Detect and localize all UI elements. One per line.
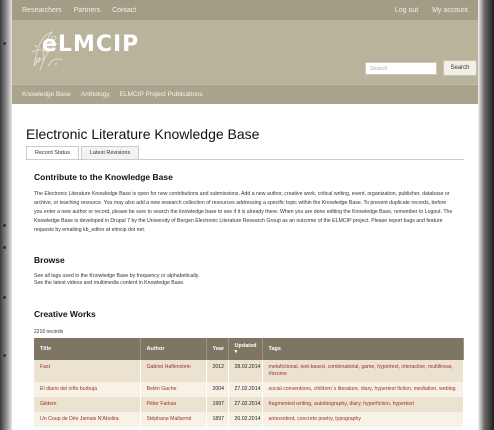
work-author-link[interactable]: Belén Gache [140, 382, 207, 397]
sort-descending-icon: ▾ [234, 349, 238, 355]
utility-bar: Researchers Partners Contact Log out My … [12, 0, 478, 20]
work-tags[interactable]: social conventions, children´s literatur… [262, 382, 464, 397]
contribute-heading: Contribute to the Knowledge Base [34, 172, 173, 182]
main-navigation: Knowledge Base Anthology ELMCIP Project … [12, 84, 478, 104]
table-row: Gildem Péter Farkas 1997 27.02.2014 frag… [34, 397, 464, 412]
utility-links-right: Log out My account [383, 7, 468, 14]
work-title-link[interactable]: El diario del niño burbuja [34, 382, 141, 397]
work-tags[interactable]: metafictional, text-based, combinatorial… [262, 360, 464, 382]
margin-dot [3, 42, 6, 45]
work-author-link[interactable]: Péter Farkas [140, 397, 207, 412]
logout-link[interactable]: Log out [395, 7, 418, 14]
column-header-tags[interactable]: Tags [262, 338, 464, 360]
nav-link-partners[interactable]: Partners [74, 7, 100, 14]
work-author-link[interactable]: Gabriel Haflenstein [140, 360, 207, 382]
my-account-link[interactable]: My account [432, 7, 468, 14]
creative-works-heading: Creative Works [34, 309, 96, 319]
work-updated: 28.02.2014 [228, 360, 263, 382]
table-row: Un Coup de Dés Jamais N'Abolira Stéphane… [34, 412, 464, 427]
work-title-link[interactable]: Un Coup de Dés Jamais N'Abolira [34, 412, 141, 427]
nav-item-anthology[interactable]: Anthology [81, 91, 110, 98]
work-title-link[interactable]: Gildem [34, 397, 141, 412]
browse-media-text: See the latest videos and multimedia con… [34, 280, 185, 286]
column-header-updated-label: Updated [234, 343, 257, 349]
column-header-title[interactable]: Title [34, 338, 141, 360]
tab-record-status[interactable]: Record Status [26, 146, 79, 159]
web-page: Researchers Partners Contact Log out My … [12, 0, 478, 430]
creative-works-table: Title Author Year Updated ▾ Tags Fast Gab… [34, 338, 464, 427]
work-year: 1997 [206, 397, 229, 412]
search-button[interactable]: Search [443, 60, 477, 76]
table-header-row: Title Author Year Updated ▾ Tags [34, 338, 464, 360]
search-input[interactable]: Search [365, 62, 437, 75]
work-updated: 20.02.2014 [228, 412, 263, 427]
page-tabs: Record Status Latest Revisions [26, 146, 464, 160]
margin-dot [3, 246, 6, 249]
nav-link-researchers[interactable]: Researchers [22, 7, 62, 14]
work-tags[interactable]: antecedent, concrete poetry, typography [262, 412, 464, 427]
tab-latest-revisions[interactable]: Latest Revisions [80, 146, 140, 159]
work-tags[interactable]: fragmented writing, autobiography, diary… [262, 397, 464, 412]
nav-item-knowledge-base[interactable]: Knowledge Base [22, 91, 71, 98]
nav-item-publications[interactable]: ELMCIP Project Publications [120, 91, 203, 98]
photo-left-margin [0, 0, 12, 430]
site-header: eLMCIP Search Search [12, 20, 478, 84]
work-title-link[interactable]: Fast [34, 360, 141, 382]
record-count: 2216 records [34, 329, 64, 335]
site-logo-text[interactable]: eLMCIP [42, 32, 139, 57]
main-content: Electronic Literature Knowledge Base Rec… [12, 104, 478, 427]
nav-link-contact[interactable]: Contact [112, 7, 136, 14]
browse-heading: Browse [34, 255, 65, 265]
column-header-updated[interactable]: Updated ▾ [228, 338, 263, 360]
table-row: El diario del niño burbuja Belén Gache 2… [34, 382, 464, 397]
work-year: 2012 [206, 360, 229, 382]
work-author-link[interactable]: Stéphane Mallarmé [140, 412, 207, 427]
column-header-author[interactable]: Author [140, 338, 207, 360]
browse-tags-text: See all tags used in the Knowledge Base … [34, 273, 200, 279]
page-title: Electronic Literature Knowledge Base [26, 126, 260, 142]
photo-right-margin [478, 0, 494, 430]
work-updated: 27.02.2014 [228, 397, 263, 412]
work-year: 1897 [206, 412, 229, 427]
work-year: 2004 [206, 382, 229, 397]
column-header-year[interactable]: Year [206, 338, 229, 360]
table-row: Fast Gabriel Haflenstein 2012 28.02.2014… [34, 360, 464, 382]
margin-dot [3, 354, 6, 357]
contribute-text: The Electronic Literature Knowledge Base… [34, 191, 453, 233]
utility-links-left: Researchers Partners Contact [22, 7, 146, 14]
work-updated: 27.02.2014 [228, 382, 263, 397]
margin-dot [3, 224, 6, 227]
margin-dot [3, 296, 6, 299]
